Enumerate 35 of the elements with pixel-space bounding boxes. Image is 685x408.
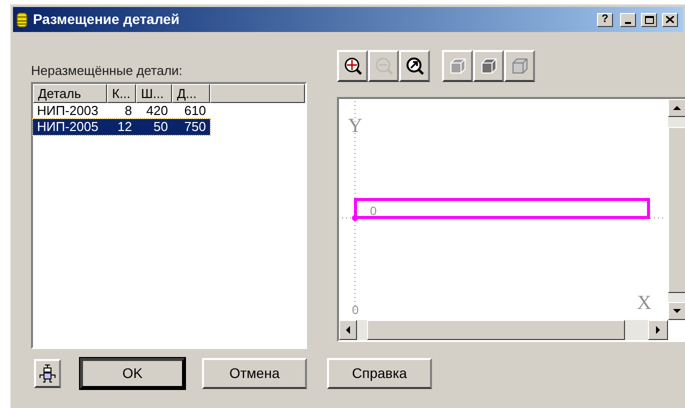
robot-button[interactable] <box>34 359 61 388</box>
toolbar-button[interactable] <box>442 50 473 82</box>
toolbar-button[interactable] <box>337 50 368 82</box>
dialog-button[interactable]: Отмена <box>202 358 307 389</box>
list-row[interactable]: НИП-2005 12 50 750 <box>33 119 210 135</box>
database-icon <box>16 12 28 28</box>
list-row[interactable]: НИП-2003 8 420 610 <box>33 103 210 119</box>
column-header[interactable]: Д... <box>172 84 210 103</box>
column-header[interactable]: Деталь <box>33 84 107 103</box>
window-title: Размещение деталей <box>33 10 180 29</box>
horizontal-scrollbar[interactable] <box>339 320 668 340</box>
part-label: 0 <box>370 205 377 217</box>
vertical-scrollbar[interactable] <box>668 99 685 320</box>
maximize-button[interactable] <box>641 12 657 26</box>
axis-label: X <box>637 293 652 313</box>
magnifier-arrow-icon <box>404 56 424 76</box>
magnifier-icon <box>374 56 394 76</box>
robot-icon <box>39 364 56 383</box>
anchor-point <box>352 215 358 221</box>
close-icon <box>666 16 674 23</box>
toolbar-button[interactable] <box>504 50 535 82</box>
help-button[interactable]: ? <box>597 12 613 26</box>
column-header[interactable]: Ш... <box>136 84 172 103</box>
close-button[interactable] <box>662 12 678 26</box>
cube-icon <box>448 56 468 76</box>
magnifier-crosshair-icon <box>342 56 362 76</box>
dialog-button[interactable]: Справка <box>327 358 432 389</box>
cube-icon <box>510 56 530 76</box>
toolbar-button[interactable] <box>473 50 504 82</box>
column-header[interactable]: К... <box>107 84 136 103</box>
minimize-button[interactable] <box>620 12 636 26</box>
dialog-button[interactable]: OK <box>80 358 185 389</box>
cube-icon <box>478 56 498 76</box>
list-label: Неразмещённые детали: <box>31 62 184 80</box>
toolbar-button[interactable] <box>399 50 430 82</box>
